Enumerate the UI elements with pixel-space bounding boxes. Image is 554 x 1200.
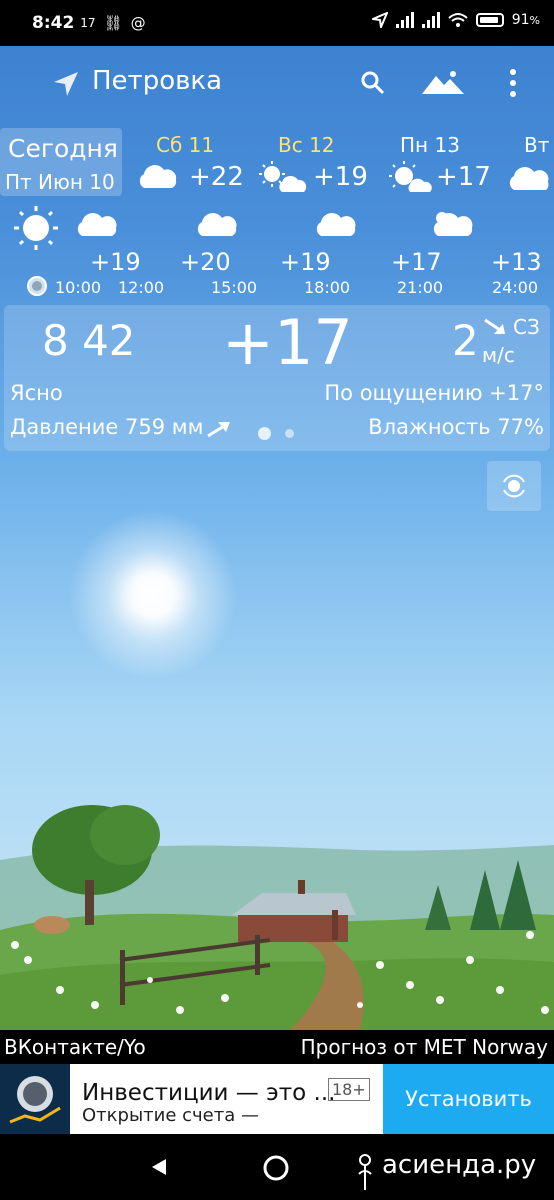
- sun-toggle-icon: [503, 474, 525, 498]
- wind-unit: м/с: [482, 343, 515, 367]
- ad-banner[interactable]: Инвестиции — это ... Открытие счета — 18…: [0, 1064, 554, 1134]
- partly-cloudy-icon: [259, 161, 307, 192]
- wifi-icon: [448, 13, 468, 27]
- wind-direction-icon: [484, 318, 505, 334]
- watermark-logo-icon: [358, 1154, 372, 1190]
- partly-cloudy-icon-hour: [433, 212, 473, 236]
- ad-logo: [0, 1064, 70, 1134]
- battery-icon: [475, 13, 504, 27]
- feels-like: По ощущению +17°: [324, 381, 544, 405]
- sun-animation-button[interactable]: [487, 461, 541, 511]
- partly-cloudy-icon-2: [389, 161, 432, 192]
- day-sat-temp: +22: [189, 162, 244, 192]
- more-options-icon[interactable]: [508, 68, 518, 98]
- landscape-icon[interactable]: [422, 70, 464, 96]
- hour-time-5: 21:00: [397, 278, 444, 297]
- image-credit[interactable]: ВКонтакте/Yo: [4, 1035, 146, 1059]
- hour-time-3: 15:00: [211, 278, 258, 297]
- status-time: 8:42: [32, 13, 75, 33]
- navigation-arrow-icon[interactable]: [52, 70, 80, 98]
- cloud-icon-hour-1: [77, 213, 117, 236]
- hour-time-4: 18:00: [304, 278, 351, 297]
- battery-level: 91%: [511, 12, 540, 28]
- page-indicator-active[interactable]: [258, 427, 271, 440]
- condition-text: Ясно: [10, 381, 63, 405]
- sun-icon: [14, 206, 58, 250]
- cloud-icon-2: [509, 167, 549, 190]
- hour-temp-3: +19: [280, 248, 331, 276]
- page-indicator[interactable]: [285, 429, 294, 438]
- signal-icon-2: [421, 12, 440, 28]
- hour-temp-5: +13: [491, 248, 542, 276]
- current-clock: 8 42: [42, 316, 136, 365]
- day-mon-label[interactable]: Пн 13: [400, 133, 460, 157]
- ad-title: Инвестиции — это ...: [82, 1080, 336, 1106]
- day-mon-temp: +17: [436, 162, 491, 192]
- status-temperature: 17: [80, 16, 96, 30]
- cloud-icon-hour-2: [197, 213, 237, 236]
- location-name[interactable]: Петровка: [92, 66, 222, 96]
- age-rating-badge: 18+: [328, 1078, 370, 1101]
- watermark-text: асиенда.ру: [382, 1150, 537, 1180]
- today-date: Пт Июн 10: [5, 170, 115, 194]
- current-temperature: +17: [222, 306, 353, 379]
- ad-logo-image: [9, 1076, 61, 1124]
- install-button[interactable]: Установить: [383, 1064, 554, 1134]
- ad-subtitle: Открытие счета —: [82, 1105, 259, 1126]
- home-icon[interactable]: [262, 1154, 290, 1182]
- pressure-trend-icon: [207, 422, 230, 438]
- day-tue-label[interactable]: Вт: [524, 133, 549, 157]
- search-icon[interactable]: [360, 70, 386, 96]
- status-bar: 8:42 17 ⛓ @ 91%: [0, 0, 554, 46]
- at-icon: @: [130, 14, 146, 32]
- day-sat-label[interactable]: Сб 11: [156, 133, 214, 157]
- hour-time-2: 12:00: [118, 278, 165, 297]
- forecast-provider[interactable]: Прогноз от MET Norway: [301, 1035, 548, 1059]
- day-sun-temp: +19: [313, 162, 368, 192]
- location-arrow-icon: [371, 12, 388, 28]
- app-bar: Петровка: [0, 46, 554, 124]
- wind-speed: 2: [452, 316, 479, 365]
- cloud-icon-hour-3: [316, 213, 356, 236]
- humidity: Влажность 77%: [368, 415, 544, 439]
- hour-time-1: 10:00: [55, 278, 102, 297]
- hour-time-6: 24:00: [492, 278, 539, 297]
- hour-temp-2: +20: [180, 248, 231, 276]
- wind-direction: СЗ: [513, 315, 540, 339]
- signal-icon: [395, 12, 414, 28]
- cloud-icon: [139, 165, 177, 188]
- hour-temp-4: +17: [391, 248, 442, 276]
- hour-temp-1: +19: [90, 248, 141, 276]
- day-sun-label[interactable]: Вс 12: [278, 133, 335, 157]
- pressure: Давление 759 мм: [10, 415, 204, 439]
- link-icon: ⛓: [103, 14, 123, 32]
- current-time-marker: [27, 276, 47, 296]
- today-label: Сегодня: [8, 134, 118, 163]
- credits-bar: ВКонтакте/Yo Прогноз от MET Norway: [0, 1030, 554, 1064]
- back-icon[interactable]: [150, 1158, 168, 1176]
